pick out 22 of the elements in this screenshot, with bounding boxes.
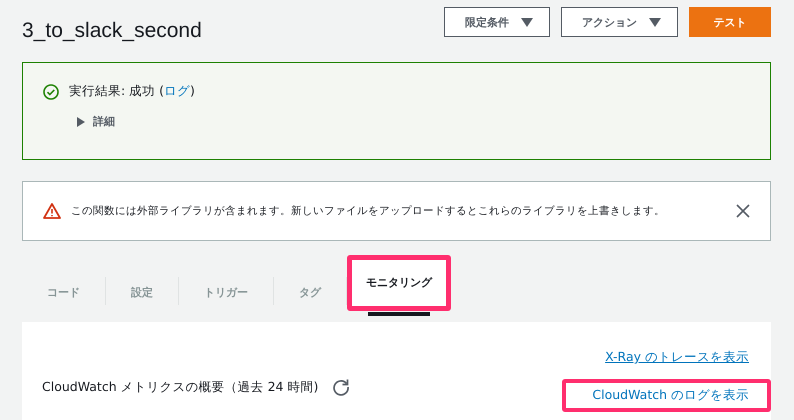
warning-icon [43,203,61,219]
tab[interactable]: タグ [274,275,346,311]
test-button[interactable]: テスト [689,7,771,37]
tab[interactable]: モニタリング [347,255,451,311]
tab[interactable]: 設定 [106,275,178,311]
caret-icon [649,18,661,26]
dropdown-button[interactable]: 限定条件 [444,7,550,37]
refresh-icon[interactable] [332,378,350,396]
caret-icon [521,18,533,26]
function-title: 3_to_slack_second [22,19,202,43]
link[interactable]: CloudWatch のログを表示 [562,379,771,412]
dropdown-button[interactable]: アクション [561,7,678,37]
log-link[interactable]: ログ [164,83,190,98]
metrics-title: CloudWatch メトリクスの概要（過去 24 時間) [42,378,318,396]
tab[interactable]: コード [22,275,105,311]
link[interactable]: X-Ray のトレースを表示 [583,342,771,373]
details-toggle[interactable]: 詳細 [77,114,115,129]
warning-text: この関数には外部ライブラリが含まれます。新しいファイルをアップロードするとこれらのライブラリを上書きします。 [71,204,666,218]
result-text: 実行結果: 成功 (ログ) [69,83,195,100]
tab[interactable]: トリガー [179,275,273,311]
close-icon[interactable] [736,204,750,218]
check-circle-icon [43,84,59,100]
